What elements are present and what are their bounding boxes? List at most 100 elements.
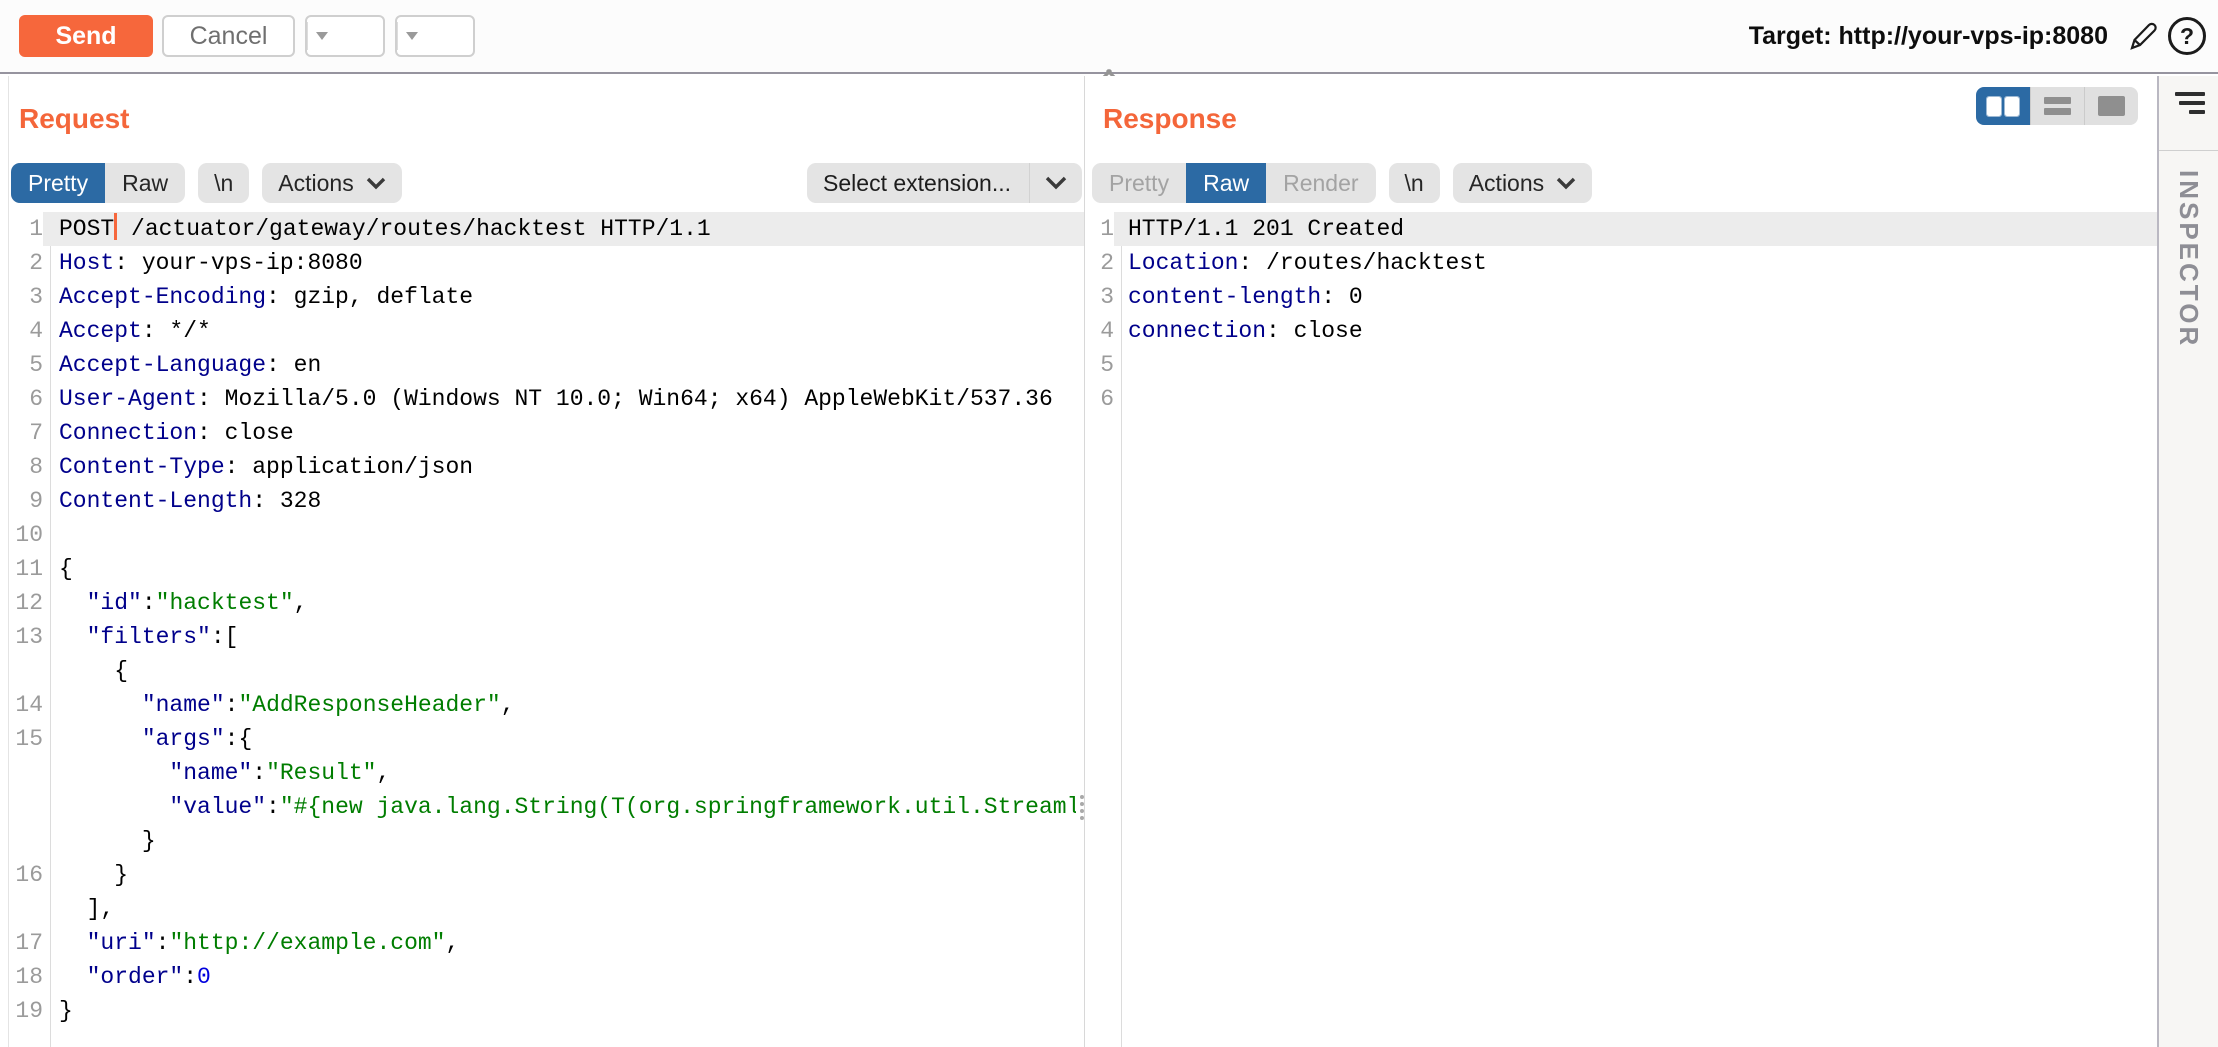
code-row[interactable]: 17 "uri":"http://example.com", — [9, 926, 1084, 960]
code-text: Content-Type: application/json — [51, 450, 473, 484]
line-number: 5 — [9, 348, 43, 382]
line-number: 3 — [1085, 280, 1114, 314]
tab-pretty[interactable]: Pretty — [11, 163, 105, 203]
code-row[interactable]: 12 "id":"hacktest", — [9, 586, 1084, 620]
rows-layout-icon — [2044, 97, 2071, 115]
cancel-button[interactable]: Cancel — [162, 15, 295, 57]
tab-pretty[interactable]: Pretty — [1092, 163, 1186, 203]
rows-layout-button[interactable] — [2030, 87, 2084, 125]
select-extension-dropdown[interactable]: Select extension... — [807, 163, 1082, 203]
chevron-down-icon — [366, 177, 386, 190]
tab-newline[interactable]: \n — [198, 163, 249, 203]
code-row[interactable]: "value":"#{new java.lang.String(T(org.sp… — [9, 790, 1084, 824]
actions-label: Actions — [278, 170, 353, 197]
inspector-label[interactable]: INSPECTOR — [2173, 170, 2204, 348]
code-row[interactable]: 5 — [1085, 348, 2157, 382]
code-row[interactable]: 16 } — [9, 858, 1084, 892]
line-number: 17 — [9, 926, 43, 960]
code-row[interactable]: 5Accept-Language: en — [9, 348, 1084, 382]
code-row[interactable]: 8Content-Type: application/json — [9, 450, 1084, 484]
tab-raw[interactable]: Raw — [105, 163, 185, 203]
pencil-icon — [2126, 19, 2160, 53]
columns-layout-button[interactable] — [1976, 87, 2030, 125]
code-row[interactable]: 14 "name":"AddResponseHeader", — [9, 688, 1084, 722]
triangle-down-icon — [406, 32, 418, 40]
code-row[interactable]: 1POST /actuator/gateway/routes/hacktest … — [9, 212, 1084, 246]
line-number: 18 — [9, 960, 43, 994]
code-row[interactable]: "name":"Result", — [9, 756, 1084, 790]
inspector-sidebar[interactable]: INSPECTOR — [2157, 76, 2218, 1047]
target-label: Target: http://your-vps-ip:8080 — [1749, 22, 2108, 51]
tab-render[interactable]: Render — [1266, 163, 1375, 203]
code-text: User-Agent: Mozilla/5.0 (Windows NT 10.0… — [51, 382, 1053, 416]
code-text: Accept-Encoding: gzip, deflate — [51, 280, 473, 314]
request-view-tabs: Pretty Raw \n Actions — [11, 163, 402, 203]
code-row[interactable]: { — [9, 654, 1084, 688]
code-text: "name":"AddResponseHeader", — [51, 688, 515, 722]
tab-newline[interactable]: \n — [1389, 163, 1440, 203]
code-text: ], — [51, 892, 114, 926]
response-view-tabs: Pretty Raw Render \n Actions — [1092, 163, 1592, 203]
code-row[interactable]: 13 "filters":[ — [9, 620, 1084, 654]
chevron-down-icon[interactable] — [1030, 176, 1082, 190]
line-number: 9 — [9, 484, 43, 518]
code-row[interactable]: 9Content-Length: 328 — [9, 484, 1084, 518]
code-row[interactable]: 10 — [9, 518, 1084, 552]
code-text: connection: close — [1122, 314, 1363, 348]
single-layout-button[interactable] — [2084, 87, 2138, 125]
request-actions-button[interactable]: Actions — [262, 163, 401, 203]
forward-split-button[interactable] — [395, 15, 475, 57]
line-number: 2 — [9, 246, 43, 280]
code-row[interactable]: 3content-length: 0 — [1085, 280, 2157, 314]
line-number: 6 — [1085, 382, 1114, 416]
code-row[interactable]: } — [9, 824, 1084, 858]
line-number: 7 — [9, 416, 43, 450]
response-editor[interactable]: 1HTTP/1.1 201 Created2Location: /routes/… — [1085, 212, 2157, 1047]
code-row[interactable]: 3Accept-Encoding: gzip, deflate — [9, 280, 1084, 314]
line-number: 16 — [9, 858, 43, 892]
line-number: 13 — [9, 620, 43, 654]
repeater-main: Request Pretty Raw \n Actions Select ext… — [0, 76, 2218, 1047]
code-text: content-length: 0 — [1122, 280, 1363, 314]
response-actions-button[interactable]: Actions — [1453, 163, 1592, 203]
inspector-filter-icon[interactable] — [2175, 92, 2205, 114]
code-row[interactable]: 2Host: your-vps-ip:8080 — [9, 246, 1084, 280]
line-number: 8 — [9, 450, 43, 484]
request-editor[interactable]: 1POST /actuator/gateway/routes/hacktest … — [9, 212, 1084, 1047]
line-number: 14 — [9, 688, 43, 722]
code-row[interactable]: 4connection: close — [1085, 314, 2157, 348]
back-split-button[interactable] — [305, 15, 385, 57]
edit-target-button[interactable] — [2126, 19, 2160, 53]
code-row[interactable]: 1HTTP/1.1 201 Created — [1085, 212, 2157, 246]
back-history-dropdown[interactable] — [308, 32, 335, 40]
line-number: 1 — [9, 212, 43, 246]
code-text: HTTP/1.1 201 Created — [1122, 212, 1404, 246]
line-number: 3 — [9, 280, 43, 314]
code-row[interactable]: 15 "args":{ — [9, 722, 1084, 756]
code-row[interactable]: 19} — [9, 994, 1084, 1028]
code-row[interactable]: ], — [9, 892, 1084, 926]
line-number: 2 — [1085, 246, 1114, 280]
line-number: 19 — [9, 994, 43, 1028]
code-row[interactable]: 11{ — [9, 552, 1084, 586]
request-pretty-raw-group: Pretty Raw — [11, 163, 185, 203]
code-text: "uri":"http://example.com", — [51, 926, 459, 960]
help-icon[interactable]: ? — [2168, 17, 2206, 55]
response-pretty-raw-render-group: Pretty Raw Render — [1092, 163, 1376, 203]
code-text: "name":"Result", — [51, 756, 390, 790]
code-row[interactable]: 7Connection: close — [9, 416, 1084, 450]
code-row[interactable]: 6 — [1085, 382, 2157, 416]
code-row[interactable]: 18 "order":0 — [9, 960, 1084, 994]
line-number: 11 — [9, 552, 43, 586]
select-extension-label: Select extension... — [807, 170, 1029, 197]
code-row[interactable]: 4Accept: */* — [9, 314, 1084, 348]
code-text: Accept-Language: en — [51, 348, 321, 382]
columns-layout-icon — [1987, 97, 2019, 116]
code-text: { — [51, 552, 73, 586]
forward-history-dropdown[interactable] — [398, 32, 425, 40]
send-button[interactable]: Send — [19, 15, 153, 57]
tab-raw[interactable]: Raw — [1186, 163, 1266, 203]
line-number: 1 — [1085, 212, 1114, 246]
code-row[interactable]: 2Location: /routes/hacktest — [1085, 246, 2157, 280]
code-row[interactable]: 6User-Agent: Mozilla/5.0 (Windows NT 10.… — [9, 382, 1084, 416]
